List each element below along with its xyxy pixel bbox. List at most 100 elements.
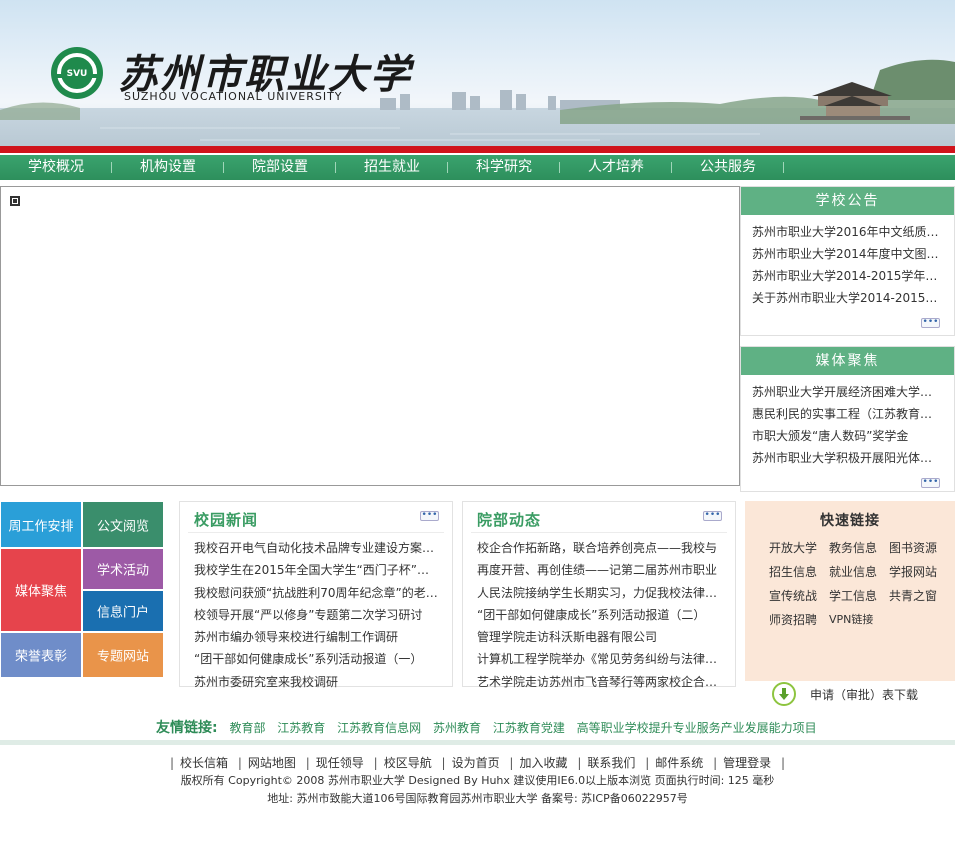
list-item[interactable]: 苏州市职业大学2014-2015学年学生奖学金 (752, 265, 942, 287)
nav-item-organization[interactable]: 机构设置 (112, 155, 224, 180)
download-icon (772, 682, 796, 706)
notice-panel: 学校公告 苏州市职业大学2016年中文纸质图书采购项目 苏州市职业大学2014年… (740, 186, 955, 336)
friend-link[interactable]: 江苏教育 (277, 721, 325, 735)
list-item[interactable]: 我校召开电气自动化技术品牌专业建设方案论证会 (194, 537, 440, 559)
notice-more-button[interactable]: ••• (921, 318, 940, 328)
friend-links-label: 友情链接: (156, 720, 218, 736)
banner-slideshow[interactable] (0, 186, 740, 486)
footer-link-mail[interactable]: 邮件系统 (655, 756, 703, 770)
tile-label: 专题网站 (96, 649, 149, 665)
footer-link-president-mailbox[interactable]: 校长信箱 (180, 756, 228, 770)
list-item[interactable]: 计算机工程学院举办《常见劳务纠纷与法律》讲座 (477, 648, 723, 670)
tile-academic-activity[interactable]: 学术活动 (83, 549, 163, 589)
site-header: SVU 苏州市职业大学 SUZHOU VOCATIONAL UNIVERSITY (0, 0, 955, 146)
footer-link-contact[interactable]: 联系我们 (587, 756, 635, 770)
quick-link-admissions[interactable]: 招生信息 (769, 563, 829, 581)
list-item[interactable]: 校领导开展“严以修身”专题第二次学习研讨 (194, 604, 440, 626)
tile-info-portal[interactable]: 信息门户 (83, 591, 163, 631)
tile-media-focus[interactable]: 媒体聚焦 (1, 549, 81, 631)
header-red-divider (0, 146, 955, 154)
footer-link-bookmark[interactable]: 加入收藏 (519, 756, 567, 770)
campus-news-more-button[interactable]: ••• (420, 511, 439, 521)
quick-link-open-university[interactable]: 开放大学 (769, 539, 829, 557)
list-item[interactable]: 我校慰问获颁“抗战胜利70周年纪念章”的老同志 (194, 582, 440, 604)
list-item[interactable]: “团干部如何健康成长”系列活动报道（一） (194, 648, 440, 670)
friend-link[interactable]: 江苏教育党建 (493, 721, 565, 735)
quick-link-recruitment[interactable]: 师资招聘 (769, 611, 829, 629)
list-item[interactable]: 人民法院接纳学生长期实习，力促我校法律专业 (477, 582, 723, 604)
tile-label: 荣誉表彰 (14, 649, 67, 665)
campus-news-panel: 校园新闻 ••• 我校召开电气自动化技术品牌专业建设方案论证会 我校学生在201… (179, 501, 453, 689)
list-item[interactable]: 苏州市委研究室来我校调研 (194, 671, 440, 693)
tile-label: 信息门户 (96, 605, 149, 621)
footer-links: | 校长信箱 | 网站地图 | 现任领导 | 校区导航 | 设为首页 | 加入收藏 | 联系我… (169, 756, 786, 770)
nav-item-talent[interactable]: 人才培养 (560, 155, 672, 180)
tile-document-reading[interactable]: 公文阅览 (83, 502, 163, 547)
list-item[interactable]: 苏州职业大学开展经济困难大学生资助 (752, 381, 942, 403)
friend-link[interactable]: 苏州教育 (433, 721, 481, 735)
list-item[interactable]: 校企合作拓新路，联合培养创亮点——我校与 (477, 537, 723, 559)
footer-link-set-homepage[interactable]: 设为首页 (452, 756, 500, 770)
list-item[interactable]: 苏州市编办领导来校进行编制工作调研 (194, 626, 440, 648)
tile-special-sites[interactable]: 专题网站 (83, 633, 163, 677)
quick-link-youth-league[interactable]: 共青之窗 (889, 587, 949, 605)
quick-links-panel: 快速链接 开放大学 教务信息 图书资源 招生信息 就业信息 学报网站 宣传统战 … (745, 501, 955, 681)
list-item[interactable]: 再度开营、再创佳绩——记第二届苏州市职业 (477, 559, 723, 581)
tile-label: 周工作安排 (8, 519, 74, 534)
quick-link-publicity[interactable]: 宣传统战 (769, 587, 829, 605)
tile-weekly-schedule[interactable]: 周工作安排 (1, 502, 81, 547)
logo-text: SVU (67, 69, 88, 79)
list-item[interactable]: 我校学生在2015年全国大学生“西门子杯”工业自动化 (194, 559, 440, 581)
friend-links-bar: 友情链接: 教育部 江苏教育 江苏教育信息网 苏州教育 江苏教育党建 高等职业学… (156, 718, 876, 738)
footer-link-campus-nav[interactable]: 校区导航 (384, 756, 432, 770)
list-item[interactable]: 苏州市职业大学2014年度中文图书采购 (752, 243, 942, 265)
department-news-panel: 院部动态 ••• 校企合作拓新路，联合培养创亮点——我校与 再度开营、再创佳绩—… (462, 501, 736, 689)
tile-label: 学术活动 (96, 563, 149, 579)
quick-links-title: 快速链接 (820, 513, 880, 529)
friend-link[interactable]: 高等职业学校提升专业服务产业发展能力项目 (577, 721, 817, 735)
university-logo[interactable]: SVU (50, 46, 104, 100)
list-item[interactable]: “团干部如何健康成长”系列活动报道（二） (477, 604, 723, 626)
footer-link-leaders[interactable]: 现任领导 (316, 756, 364, 770)
quick-link-student-affairs[interactable]: 学工信息 (829, 587, 889, 605)
list-item[interactable]: 市职大颁发“唐人数码”奖学金 (752, 425, 942, 447)
tile-label: 媒体聚焦 (14, 584, 67, 600)
friend-link[interactable]: 江苏教育信息网 (337, 721, 421, 735)
friend-link[interactable]: 教育部 (229, 721, 265, 735)
notice-title: 学校公告 (741, 187, 954, 215)
site-name-english: SUZHOU VOCATIONAL UNIVERSITY (124, 90, 343, 103)
list-item[interactable]: 关于苏州市职业大学2014-2015学年度 (752, 287, 942, 309)
footer-link-sitemap[interactable]: 网站地图 (248, 756, 296, 770)
campus-news-title: 校园新闻 (194, 511, 259, 529)
list-item[interactable]: 苏州市职业大学积极开展阳光体育运动 (752, 447, 942, 469)
quick-link-library[interactable]: 图书资源 (889, 539, 949, 557)
quick-link-vpn[interactable]: VPN链接 (829, 611, 889, 629)
department-news-title: 院部动态 (477, 511, 542, 529)
list-item[interactable]: 管理学院走访科沃斯电器有限公司 (477, 626, 723, 648)
application-form-download[interactable]: 申请（审批）表下载 (772, 682, 918, 706)
copyright-text: 版权所有 Copyright© 2008 苏州市职业大学 Designed By… (180, 774, 775, 787)
footer-divider (0, 740, 955, 745)
media-more-button[interactable]: ••• (921, 478, 940, 488)
quick-link-academic-affairs[interactable]: 教务信息 (829, 539, 889, 557)
divider (188, 532, 444, 533)
footer-link-admin-login[interactable]: 管理登录 (723, 756, 771, 770)
list-item[interactable]: 艺术学院走访苏州市飞音琴行等两家校企合作单位 (477, 671, 723, 693)
slideshow-control-icon[interactable] (10, 196, 20, 206)
divider (471, 532, 727, 533)
media-title: 媒体聚焦 (741, 347, 954, 375)
nav-item-overview[interactable]: 学校概况 (0, 155, 112, 180)
list-item[interactable]: 苏州市职业大学2016年中文纸质图书采购项目 (752, 221, 942, 243)
department-news-more-button[interactable]: ••• (703, 511, 722, 521)
nav-item-research[interactable]: 科学研究 (448, 155, 560, 180)
media-panel: 媒体聚焦 苏州职业大学开展经济困难大学生资助 惠民利民的实事工程（江苏教育报） … (740, 346, 955, 492)
tile-honors[interactable]: 荣誉表彰 (1, 633, 81, 677)
nav-item-departments[interactable]: 院部设置 (224, 155, 336, 180)
quick-link-journal[interactable]: 学报网站 (889, 563, 949, 581)
list-item[interactable]: 惠民利民的实事工程（江苏教育报） (752, 403, 942, 425)
tile-label: 公文阅览 (96, 519, 149, 534)
download-label: 申请（审批）表下载 (810, 687, 919, 702)
nav-item-public-service[interactable]: 公共服务 (672, 155, 784, 180)
quick-link-employment[interactable]: 就业信息 (829, 563, 889, 581)
nav-item-admissions[interactable]: 招生就业 (336, 155, 448, 180)
